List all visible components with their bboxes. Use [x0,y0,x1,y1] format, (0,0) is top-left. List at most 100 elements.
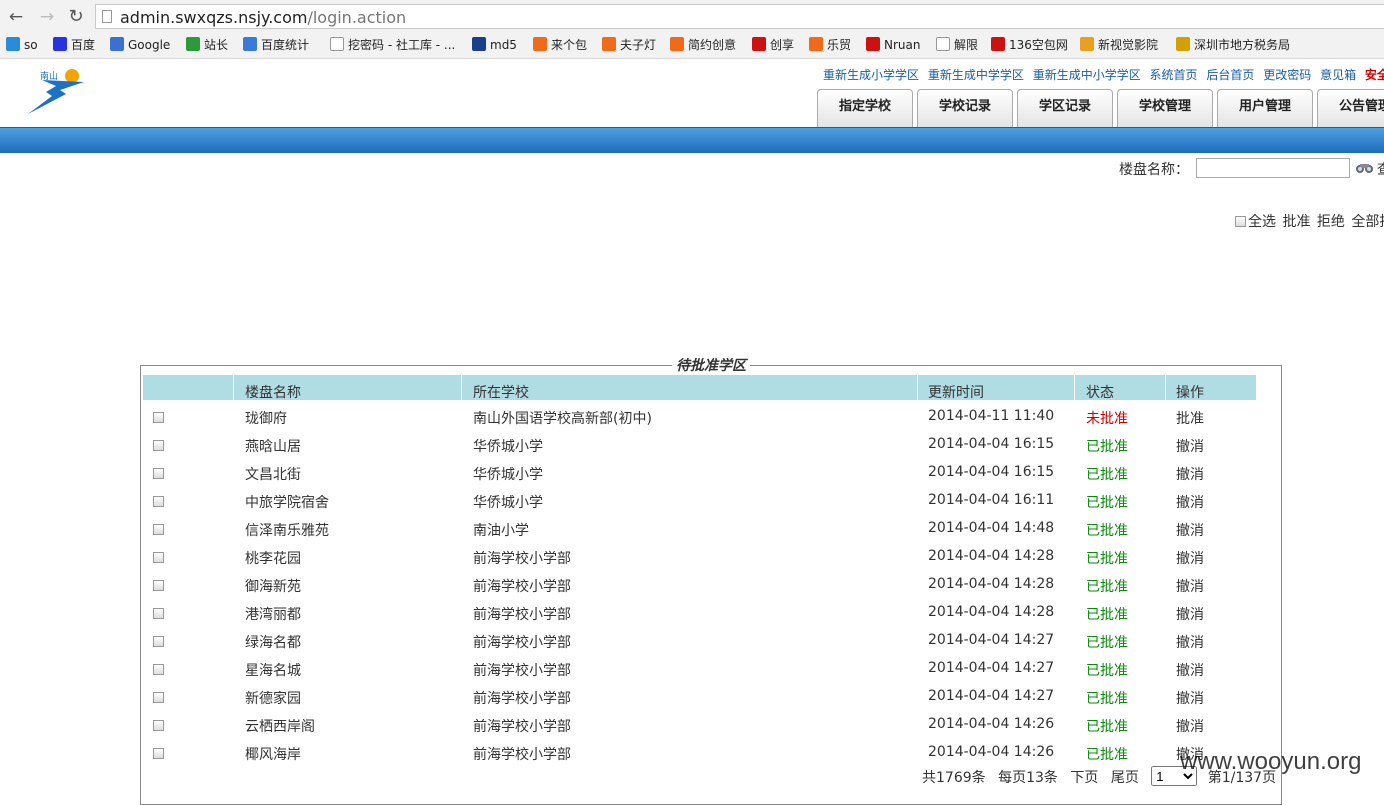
action-link[interactable]: 撤消 [1176,492,1204,512]
bookmark-item[interactable]: 136空包网 [991,37,1068,54]
bookmark-item[interactable]: so [6,37,38,54]
table-row: 文昌北街 华侨城小学 2014-04-04 16:15 已批准 撤消 [143,461,1256,489]
bookmark-label: 136空包网 [1009,38,1068,52]
forward-arrow-icon[interactable]: → [37,7,57,27]
bookmark-item[interactable]: 站长 [186,37,228,54]
row-checkbox[interactable] [153,580,164,591]
tab-district-records[interactable]: 学区记录 [1017,89,1113,127]
link-regen-middle[interactable]: 重新生成中学学区 [928,68,1024,82]
action-link[interactable]: 撤消 [1176,436,1204,456]
updated-time-cell: 2014-04-04 16:15 [928,436,1055,452]
bookmark-item[interactable]: 深圳市地方税务局 [1176,37,1290,54]
table-row: 信泽南乐雅苑 南油小学 2014-04-04 14:48 已批准 撤消 [143,517,1256,545]
action-link[interactable]: 撤消 [1176,604,1204,624]
estate-name-cell: 御海新苑 [245,579,301,595]
tab-assign-school[interactable]: 指定学校 [817,89,913,127]
bookmark-item[interactable]: 乐贸 [809,37,851,54]
status-cell: 已批准 [1086,439,1128,455]
page-icon [186,37,200,51]
bookmark-label: 夫子灯 [620,38,657,52]
bookmark-item[interactable]: 简约创意 [670,37,736,54]
bookmarks-bar: so 百度 Google 站长 百度统计 挖密码 - 社工库 - ... md5 来个包 夫子灯… [0,33,1384,59]
bookmark-item[interactable]: 创享 [752,37,794,54]
select-all-label[interactable]: 全选 [1248,214,1276,230]
school-cell: 前海学校小学部 [473,579,571,595]
address-bar[interactable]: admin.swxqzs.nsjy.com/login.action [95,4,1384,29]
action-link[interactable]: 撤消 [1176,632,1204,652]
action-link[interactable]: 批准 [1176,408,1204,428]
link-logout[interactable]: 安全 [1365,68,1384,82]
row-checkbox[interactable] [153,692,164,703]
bulk-reject-link[interactable]: 拒绝 [1317,214,1345,230]
bookmark-item[interactable]: 来个包 [533,37,587,54]
header-bar [0,127,1384,153]
link-change-password[interactable]: 更改密码 [1263,68,1311,82]
action-link[interactable]: 撤消 [1176,660,1204,680]
row-checkbox[interactable] [153,720,164,731]
action-link[interactable]: 撤消 [1176,688,1204,708]
bookmark-label: 解限 [954,38,979,52]
estate-name-cell: 信泽南乐雅苑 [245,523,329,539]
school-cell: 华侨城小学 [473,467,543,483]
status-cell: 已批准 [1086,551,1128,567]
action-link[interactable]: 撤消 [1176,716,1204,736]
tab-school-records[interactable]: 学校记录 [917,89,1013,127]
next-page-link[interactable]: 下页 [1070,770,1098,786]
updated-time-cell: 2014-04-04 16:11 [928,492,1055,508]
bookmark-item[interactable]: Nruan [866,37,920,54]
bookmark-item[interactable]: 百度 [53,37,95,54]
tab-user-management[interactable]: 用户管理 [1217,89,1313,127]
back-arrow-icon[interactable]: ← [6,7,26,27]
link-system-home[interactable]: 系统首页 [1150,68,1198,82]
table-row: 云栖西岸阁 前海学校小学部 2014-04-04 14:26 已批准 撤消 [143,713,1256,741]
table-row: 港湾丽都 前海学校小学部 2014-04-04 14:28 已批准 撤消 [143,601,1256,629]
select-all-checkbox[interactable] [1235,216,1246,227]
reload-icon[interactable]: ↻ [66,7,86,27]
action-link[interactable]: 撤消 [1176,576,1204,596]
status-cell: 已批准 [1086,495,1128,511]
row-checkbox[interactable] [153,496,164,507]
row-checkbox[interactable] [153,412,164,423]
binoculars-icon[interactable] [1355,161,1375,175]
link-regen-primary[interactable]: 重新生成小学学区 [823,68,919,82]
bookmark-item[interactable]: 解限 [936,37,978,54]
bookmark-item[interactable]: 百度统计 [243,37,309,54]
bookmark-item[interactable]: Google [110,37,170,54]
n-icon [866,37,880,51]
action-link[interactable]: 撤消 [1176,548,1204,568]
col-updated-time: 更新时间 [928,385,984,401]
estate-name-cell: 绿海名都 [245,635,301,651]
tab-announcement-management[interactable]: 公告管理 [1317,89,1384,127]
link-feedback[interactable]: 意见箱 [1320,68,1356,82]
action-link[interactable]: 撤消 [1176,520,1204,540]
tax-icon [1176,37,1190,51]
search-button[interactable]: 查 [1377,159,1384,179]
bulk-approve-link[interactable]: 批准 [1282,214,1310,230]
table-row: 新德家园 前海学校小学部 2014-04-04 14:27 已批准 撤消 [143,685,1256,713]
row-checkbox[interactable] [153,440,164,451]
school-cell: 南油小学 [473,523,529,539]
bookmark-label: so [24,38,38,52]
row-checkbox[interactable] [153,664,164,675]
bookmark-item[interactable]: 夫子灯 [602,37,656,54]
row-checkbox[interactable] [153,468,164,479]
taobao-icon [602,37,616,51]
estate-search-input[interactable] [1196,158,1350,178]
link-admin-home[interactable]: 后台首页 [1206,68,1254,82]
row-checkbox[interactable] [153,524,164,535]
row-checkbox[interactable] [153,748,164,759]
bookmark-item[interactable]: 新视觉影院 [1080,37,1158,54]
bookmark-item[interactable]: 挖密码 - 社工库 - ... [330,37,455,54]
col-school: 所在学校 [473,385,529,401]
row-checkbox[interactable] [153,552,164,563]
link-regen-all[interactable]: 重新生成中小学学区 [1033,68,1141,82]
table-row: 椰风海岸 前海学校小学部 2014-04-04 14:26 已批准 撤消 [143,741,1256,769]
row-checkbox[interactable] [153,608,164,619]
row-checkbox[interactable] [153,636,164,647]
bookmark-item[interactable]: md5 [472,37,517,54]
table-row: 御海新苑 前海学校小学部 2014-04-04 14:28 已批准 撤消 [143,573,1256,601]
tab-school-management[interactable]: 学校管理 [1117,89,1213,127]
action-link[interactable]: 撤消 [1176,464,1204,484]
bulk-reject-all-link[interactable]: 全部拒 [1351,214,1384,230]
last-page-link[interactable]: 尾页 [1111,770,1139,786]
